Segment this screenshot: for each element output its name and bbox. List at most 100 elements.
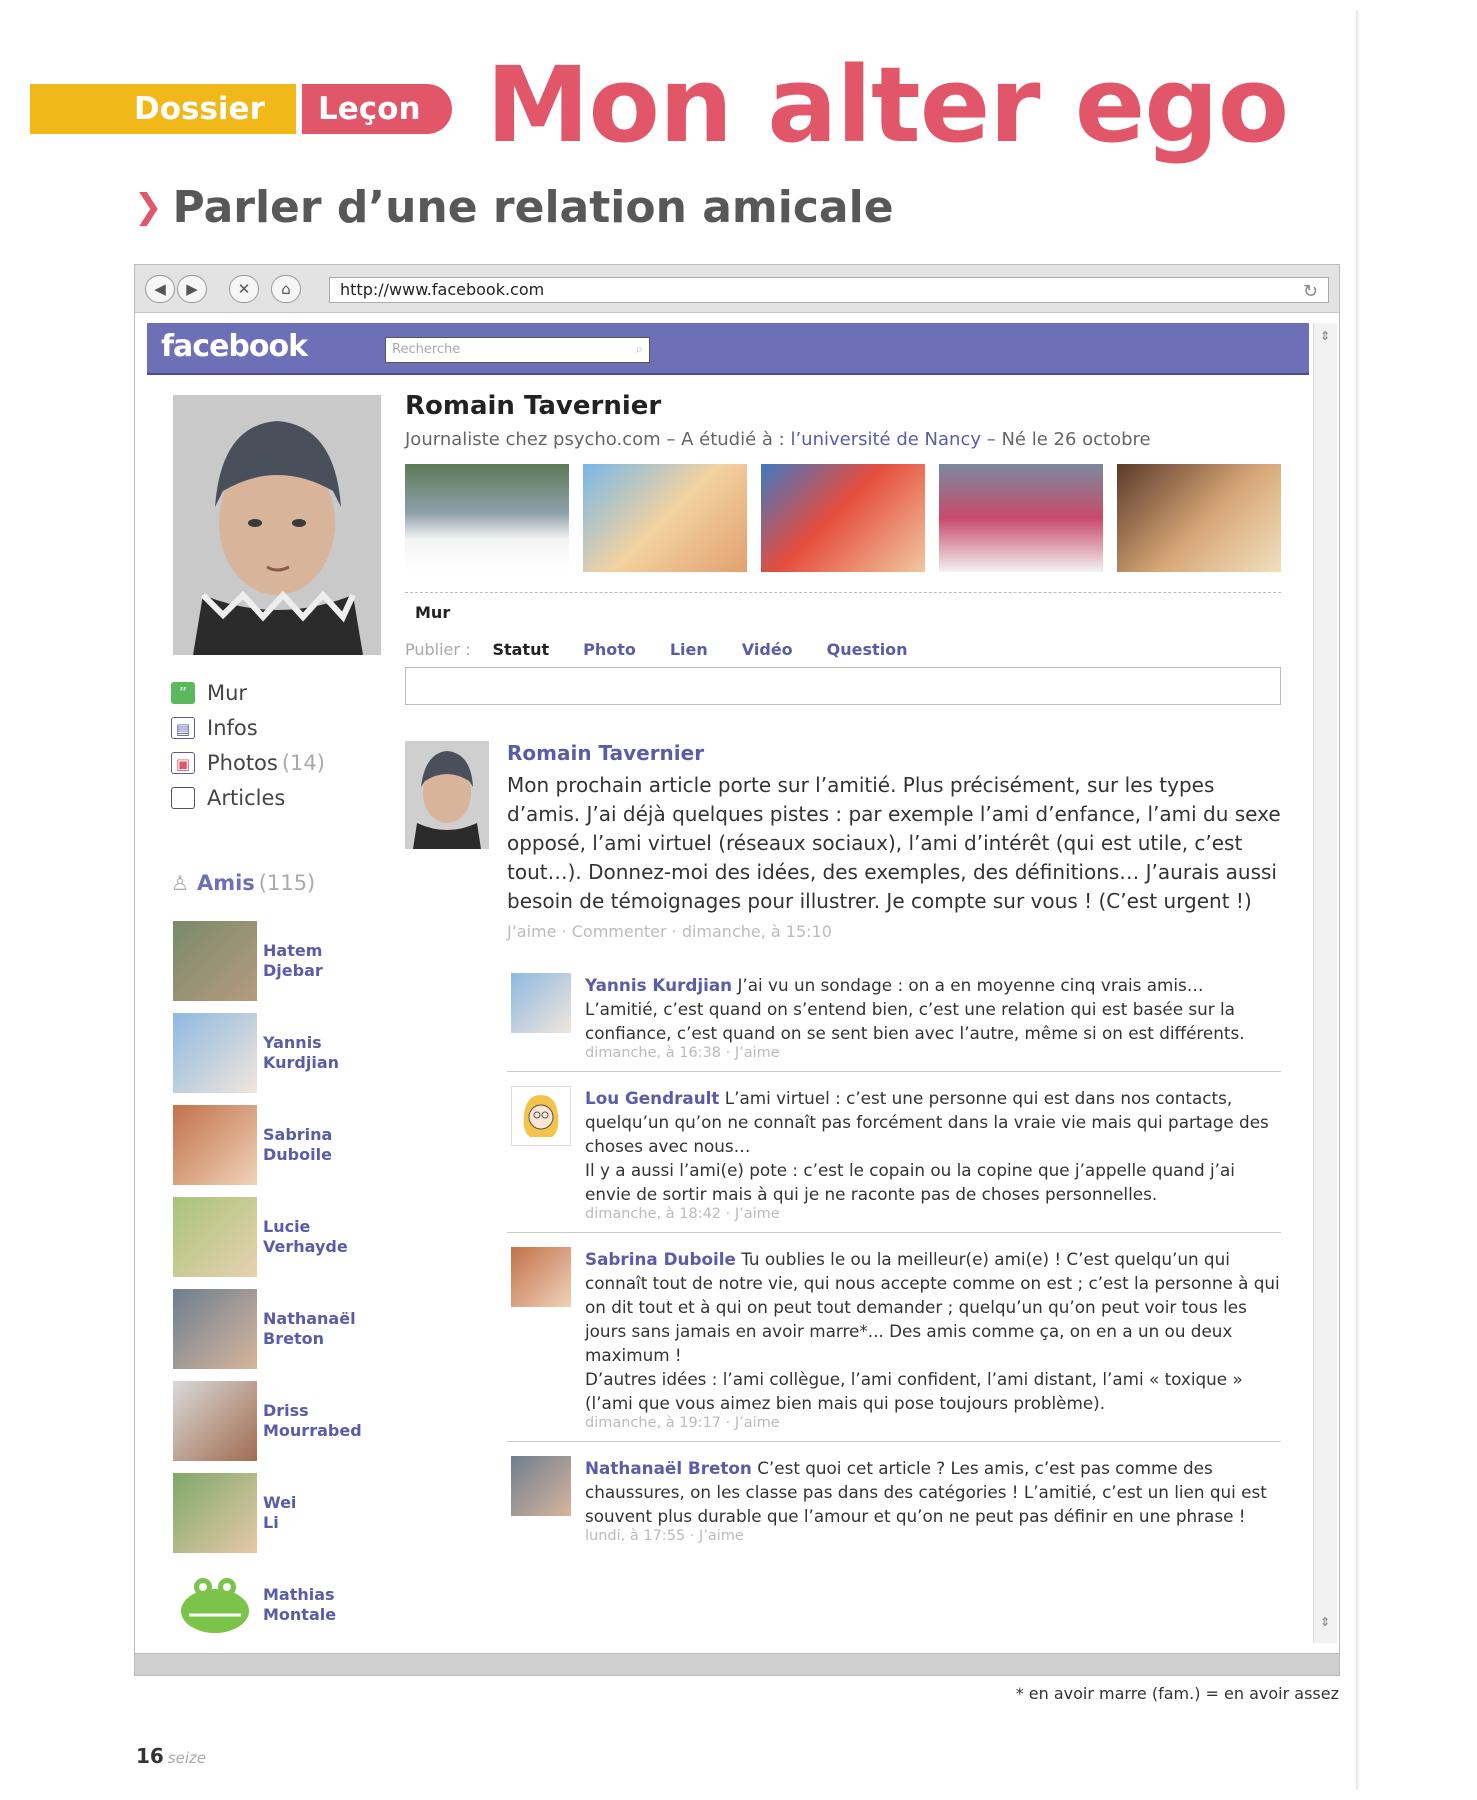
tab-question[interactable]: Question	[827, 640, 908, 659]
page-edge	[1356, 10, 1359, 1790]
friends-count: (115)	[258, 871, 316, 895]
friend-name: Nathanaël	[263, 1309, 356, 1328]
wall-post: Romain Tavernier Mon prochain article po…	[405, 741, 1281, 941]
back-icon[interactable]: ◀	[145, 275, 175, 303]
comment: Nathanaël Breton C’est quoi cet article …	[507, 1442, 1281, 1554]
tab-lien[interactable]: Lien	[670, 640, 708, 659]
nav-item-infos[interactable]: ▤ Infos	[171, 710, 381, 745]
browser-toolbar: ◀ ▶ ✕ ⌂ http://www.facebook.com ↻	[135, 265, 1339, 313]
friend-item[interactable]: Mathias Montale	[173, 1559, 383, 1651]
comment-author[interactable]: Yannis Kurdjian	[585, 975, 732, 995]
page-number-digits: 16	[136, 1744, 164, 1768]
reload-icon[interactable]: ↻	[1303, 280, 1318, 304]
friend-avatar	[173, 1473, 257, 1553]
nav-item-articles[interactable]: Articles	[171, 780, 381, 815]
friend-avatar	[173, 1565, 257, 1645]
tab-video[interactable]: Vidéo	[742, 640, 793, 659]
scrollbar[interactable]: ⇕ ⇕	[1313, 323, 1337, 1643]
friend-item[interactable]: Driss Mourrabed	[173, 1375, 383, 1467]
lecon-tag: Leçon 1	[302, 84, 452, 177]
wall-section: Mur Publier : Statut Photo Lien Vidéo Qu…	[405, 592, 1281, 705]
profile-photo[interactable]	[173, 395, 381, 655]
dossier-tag: Dossier 1	[30, 84, 296, 177]
profile-card-icon: ▤	[171, 716, 195, 739]
footnote: * en avoir marre (fam.) = en avoir assez	[1015, 1684, 1339, 1703]
comment-text-continued: D’autres idées : l’ami collègue, l’ami c…	[585, 1369, 1243, 1413]
friend-name-line2: Montale	[263, 1605, 337, 1624]
photo-thumbnail[interactable]	[939, 464, 1103, 572]
photo-thumbnail[interactable]	[405, 464, 569, 572]
profile-main: Romain Tavernier Journaliste chez psycho…	[405, 391, 1281, 1554]
comment: Yannis Kurdjian J’ai vu un sondage : on …	[507, 959, 1281, 1072]
friend-name-line2: Kurdjian	[263, 1053, 340, 1072]
scroll-down-icon[interactable]: ⇕	[1316, 1615, 1334, 1635]
friend-item[interactable]: Hatem Djebar	[173, 915, 383, 1007]
close-icon[interactable]: ✕	[229, 275, 259, 303]
friend-avatar	[173, 921, 257, 1001]
nav-item-photos[interactable]: ▣ Photos (14)	[171, 745, 381, 780]
forward-icon[interactable]: ▶	[177, 275, 207, 303]
friend-name-line2: Breton	[263, 1329, 324, 1348]
crocodile-avatar-image	[173, 1565, 257, 1645]
friend-item[interactable]: Sabrina Duboile	[173, 1099, 383, 1191]
friends-label: Amis	[196, 871, 255, 895]
speech-bubble-icon: ”	[171, 681, 195, 704]
friend-avatar	[173, 1197, 257, 1277]
search-placeholder: Recherche	[392, 342, 461, 357]
friends-heading[interactable]: ♙ Amis (115)	[171, 871, 315, 895]
facebook-logo[interactable]: facebook	[161, 329, 308, 364]
address-bar[interactable]: http://www.facebook.com ↻	[329, 277, 1329, 303]
photo-thumbnail[interactable]	[1117, 464, 1281, 572]
friend-name-line2: Verhayde	[263, 1237, 348, 1256]
post-avatar[interactable]	[405, 741, 489, 849]
url-text: http://www.facebook.com	[340, 280, 545, 299]
comment-meta[interactable]: dimanche, à 16:38 · J’aime	[585, 1045, 1281, 1061]
facebook-header: facebook Recherche ⌕	[147, 323, 1309, 375]
friend-item[interactable]: Wei Li	[173, 1467, 383, 1559]
comment-meta[interactable]: dimanche, à 19:17 · J’aime	[585, 1415, 1281, 1431]
comment-meta[interactable]: dimanche, à 18:42 · J’aime	[585, 1206, 1281, 1222]
nav-item-mur[interactable]: ” Mur	[171, 675, 381, 710]
friend-name-line2: Duboile	[263, 1145, 332, 1164]
tab-statut[interactable]: Statut	[492, 640, 549, 659]
friend-name: Lucie	[263, 1217, 311, 1236]
comment-author[interactable]: Nathanaël Breton	[585, 1458, 752, 1478]
photo-strip	[405, 464, 1281, 572]
nav-label: Articles	[207, 785, 286, 810]
scroll-up-icon[interactable]: ⇕	[1316, 329, 1334, 349]
friend-avatar	[173, 1105, 257, 1185]
status-input[interactable]	[405, 667, 1281, 705]
post-author[interactable]: Romain Tavernier	[507, 741, 1281, 765]
comment-meta[interactable]: lundi, à 17:55 · J’aime	[585, 1528, 1281, 1544]
tab-photo[interactable]: Photo	[583, 640, 636, 659]
university-link[interactable]: l’université de Nancy	[790, 429, 981, 450]
profile-info: Journaliste chez psycho.com – A étudié à…	[405, 429, 1281, 450]
friend-avatar	[173, 1289, 257, 1369]
home-icon[interactable]: ⌂	[271, 275, 301, 303]
comment: Sabrina Duboile Tu oublies le ou la meil…	[507, 1233, 1281, 1442]
comment-author[interactable]: Lou Gendrault	[585, 1088, 719, 1108]
page-number: 16 seize	[136, 1744, 206, 1768]
publish-label: Publier :	[405, 640, 471, 659]
subtitle-text: Parler d’une relation amicale	[172, 182, 894, 233]
photo-icon: ▣	[171, 751, 195, 774]
drawn-face-image	[523, 1095, 559, 1137]
comment-avatar[interactable]	[511, 1086, 571, 1146]
nav-label: Mur	[207, 680, 248, 705]
search-input[interactable]: Recherche ⌕	[385, 337, 650, 363]
browser-window: ◀ ▶ ✕ ⌂ http://www.facebook.com ↻ facebo…	[134, 264, 1340, 1676]
comment-avatar[interactable]	[511, 973, 571, 1033]
friend-item[interactable]: Yannis Kurdjian	[173, 1007, 383, 1099]
comment-avatar[interactable]	[511, 1247, 571, 1307]
comment-author[interactable]: Sabrina Duboile	[585, 1249, 736, 1269]
comment-avatar[interactable]	[511, 1456, 571, 1516]
post-meta[interactable]: J’aime · Commenter · dimanche, à 15:10	[507, 922, 1281, 941]
photos-count: (14)	[281, 750, 325, 775]
comment: Lou Gendrault L’ami virtuel : c’est une …	[507, 1072, 1281, 1233]
search-icon[interactable]: ⌕	[636, 338, 643, 362]
post-text: Mon prochain article porte sur l’amitié.…	[507, 773, 1281, 913]
photo-thumbnail[interactable]	[761, 464, 925, 572]
friend-item[interactable]: Nathanaël Breton	[173, 1283, 383, 1375]
photo-thumbnail[interactable]	[583, 464, 747, 572]
friend-item[interactable]: Lucie Verhayde	[173, 1191, 383, 1283]
